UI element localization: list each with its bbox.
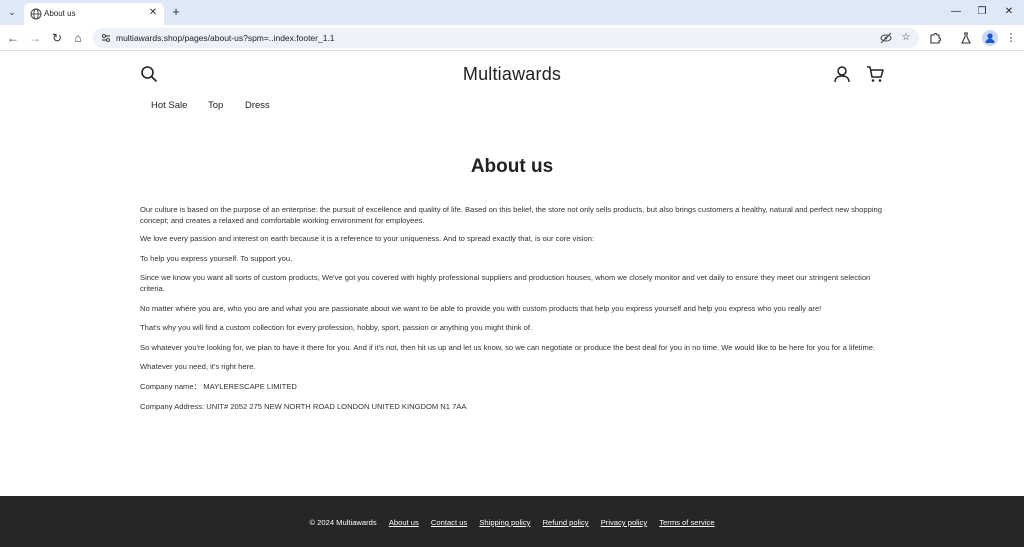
page-title: About us bbox=[470, 156, 554, 177]
paragraph: Our culture is based on the purpose of a… bbox=[140, 205, 882, 225]
footer-link-shipping-policy[interactable]: Shipping policy bbox=[479, 518, 530, 527]
url-text[interactable]: multiawards.shop/pages/about-us?spm=..in… bbox=[116, 32, 335, 44]
reload-icon[interactable]: ↻ bbox=[49, 30, 65, 46]
profile-avatar-icon[interactable] bbox=[982, 30, 998, 46]
company-name: Company name： MAYLERESCAPE LIMITED bbox=[140, 381, 297, 391]
minimize-icon[interactable]: — bbox=[947, 3, 965, 21]
paragraph: So whatever you're looking for, we plan … bbox=[140, 342, 876, 352]
paragraph: To help you express yourself. To support… bbox=[140, 253, 293, 263]
new-tab-plus-icon[interactable]: + bbox=[168, 4, 184, 20]
tab-title: About us bbox=[44, 9, 76, 18]
globe-icon bbox=[30, 8, 42, 20]
restore-icon[interactable]: ❐ bbox=[973, 3, 991, 21]
eye-off-icon[interactable] bbox=[879, 31, 893, 45]
paragraph: Since we know you want all sorts of cust… bbox=[140, 273, 871, 293]
nav-item-hot-sale[interactable]: Hot Sale bbox=[151, 100, 187, 111]
bookmark-star-icon[interactable]: ☆ bbox=[899, 31, 913, 45]
window-close-icon[interactable]: ✕ bbox=[1000, 3, 1018, 21]
footer-link-about-us[interactable]: About us bbox=[389, 518, 419, 527]
footer-link-refund-policy[interactable]: Refund policy bbox=[543, 518, 589, 527]
tab-close-icon[interactable]: ✕ bbox=[147, 7, 159, 19]
paragraph: That's why you will find a custom collec… bbox=[140, 323, 533, 333]
company-address: Company Address: UNIT# 2052 275 NEW NORT… bbox=[140, 401, 467, 411]
browser-tab-strip: ⌄ About us ✕ + — ❐ ✕ bbox=[0, 0, 1024, 25]
nav-item-top[interactable]: Top bbox=[208, 100, 223, 111]
browser-menu-kebab-icon[interactable]: ⋮ bbox=[1003, 30, 1019, 46]
back-arrow-icon[interactable]: ← bbox=[5, 30, 21, 46]
paragraph: No matter where you are, who you are and… bbox=[140, 303, 822, 313]
tab-search-chevron-icon[interactable]: ⌄ bbox=[4, 4, 20, 20]
footer-link-privacy-policy[interactable]: Privacy policy bbox=[601, 518, 647, 527]
about-content: Our culture is based on the purpose of a… bbox=[140, 205, 885, 421]
nav-item-dress[interactable]: Dress bbox=[245, 100, 270, 111]
home-icon[interactable]: ⌂ bbox=[70, 30, 86, 46]
browser-tab-active[interactable]: About us ✕ bbox=[24, 3, 164, 25]
extensions-puzzle-icon[interactable] bbox=[927, 30, 943, 46]
cart-icon[interactable] bbox=[866, 65, 884, 83]
site-info-tune-icon[interactable] bbox=[99, 31, 113, 45]
paragraph: Whatever you need, it's right here. bbox=[140, 362, 256, 372]
footer-link-terms-of-service[interactable]: Terms of service bbox=[659, 518, 714, 527]
site-footer: © 2024 Multiawards About us Contact us S… bbox=[0, 496, 1024, 547]
copyright-text: © 2024 Multiawards bbox=[309, 518, 377, 527]
store-header: Multiawards Hot Sale Top Dress bbox=[0, 52, 1024, 122]
footer-links: © 2024 Multiawards About us Contact us S… bbox=[0, 518, 1024, 527]
address-bar[interactable]: multiawards.shop/pages/about-us?spm=..in… bbox=[93, 28, 919, 48]
labs-flask-icon[interactable] bbox=[958, 30, 974, 46]
footer-link-contact-us[interactable]: Contact us bbox=[431, 518, 467, 527]
account-icon[interactable] bbox=[833, 65, 851, 83]
browser-toolbar: ← → ↻ ⌂ multiawards.shop/pages/about-us?… bbox=[0, 25, 1024, 51]
paragraph: We love every passion and interest on ea… bbox=[140, 234, 595, 244]
forward-arrow-icon[interactable]: → bbox=[27, 30, 43, 46]
